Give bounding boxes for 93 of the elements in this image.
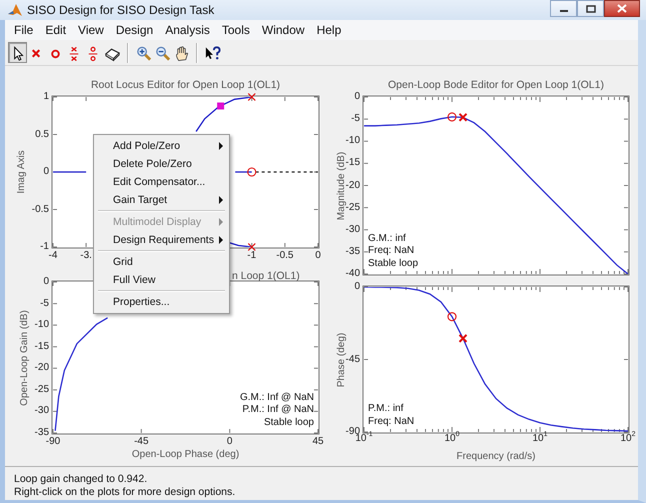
tick-label: 0 bbox=[354, 281, 360, 293]
margin-info: G.M.: inf bbox=[368, 232, 406, 244]
menu-item[interactable]: Design bbox=[110, 21, 160, 39]
tick-label: -40 bbox=[346, 268, 360, 280]
circle-marker[interactable] bbox=[447, 312, 457, 322]
circle-marker[interactable] bbox=[447, 112, 457, 122]
plot-title: n Loop 1(OL1) bbox=[232, 270, 300, 282]
axis-label: Open-Loop Gain (dB) bbox=[19, 310, 31, 406]
close-button[interactable] bbox=[604, 0, 640, 17]
close-icon bbox=[617, 4, 627, 13]
tick-label: 0 bbox=[315, 250, 321, 262]
tick-label: -10 bbox=[34, 319, 49, 332]
circle-marker[interactable] bbox=[247, 167, 256, 177]
submenu-arrow-icon bbox=[218, 236, 224, 244]
cross-marker[interactable] bbox=[458, 112, 468, 122]
margin-info: G.M.: Inf @ NaN bbox=[240, 392, 314, 404]
tick-label: -5 bbox=[40, 298, 49, 310]
status-message: Right-click on the plots for more design options. bbox=[14, 486, 236, 499]
tick-label: 10$^{2}$ bbox=[620, 433, 636, 445]
cross-marker[interactable] bbox=[248, 92, 256, 102]
menu-item[interactable]: Edit bbox=[40, 21, 74, 39]
tick-label: -20 bbox=[346, 180, 360, 190]
tick-label: -35 bbox=[346, 246, 360, 258]
tick-label: -10 bbox=[346, 135, 360, 148]
tick-label: -25 bbox=[346, 202, 360, 213]
status-message: Loop gain changed to 0.942. bbox=[14, 473, 148, 486]
submenu-arrow-icon bbox=[218, 196, 224, 204]
tick-label: -4 bbox=[48, 250, 58, 262]
menu-item[interactable]: View bbox=[73, 21, 111, 39]
tick-label: -1 bbox=[247, 250, 256, 262]
margin-info: Freq: NaN bbox=[368, 416, 414, 428]
cross-marker[interactable] bbox=[248, 242, 256, 252]
tick-label: -45 bbox=[134, 436, 149, 448]
tick-label: -20 bbox=[34, 362, 49, 374]
axis-label: Open-Loop Phase (deg) bbox=[132, 449, 240, 461]
menu-item[interactable]: Grid bbox=[96, 253, 227, 271]
tick-label: -3. bbox=[80, 250, 92, 262]
margin-info: Stable loop bbox=[264, 416, 314, 428]
margin-info: P.M.: Inf @ NaN bbox=[242, 404, 314, 416]
menu-item[interactable]: Help bbox=[312, 21, 348, 39]
plot-line bbox=[235, 171, 252, 173]
menu-item[interactable]: Full View bbox=[96, 271, 227, 289]
tick-label: 0 bbox=[354, 91, 360, 103]
axis-label: Imag Axis bbox=[16, 150, 28, 194]
plot-title: Root Locus Editor for Open Loop 1(OL1) bbox=[90, 79, 280, 91]
menu-item[interactable]: Design Requirements bbox=[96, 231, 227, 249]
menu-item[interactable]: Properties... bbox=[96, 293, 227, 311]
plot-line bbox=[196, 97, 252, 132]
tick-label: -30 bbox=[346, 224, 360, 236]
tick-label: 0 bbox=[226, 436, 232, 448]
tick-label: -5 bbox=[351, 113, 360, 126]
menu-item[interactable]: Gain Target bbox=[96, 191, 227, 209]
tick-label: 0.5 bbox=[35, 128, 49, 140]
tick-label: 45 bbox=[312, 436, 324, 448]
pointer-icon[interactable] bbox=[8, 42, 27, 63]
menu-item[interactable]: Tools bbox=[216, 21, 257, 39]
menu-item[interactable]: Edit Compensator... bbox=[96, 173, 227, 191]
maximize-button[interactable] bbox=[577, 0, 604, 17]
tick-label: -15 bbox=[346, 157, 360, 168]
minimize-button[interactable] bbox=[550, 0, 577, 17]
tick-label: -90 bbox=[46, 436, 60, 448]
tick-label: -35 bbox=[34, 427, 49, 438]
tick-label: -0.5 bbox=[276, 250, 294, 262]
tick-label: -15 bbox=[34, 340, 49, 353]
margin-info: Stable loop bbox=[368, 258, 418, 270]
app-logo-icon bbox=[7, 2, 23, 18]
tick-label: -1 bbox=[40, 241, 49, 253]
plot-title: Open-Loop Bode Editor for Open Loop 1(OL1) bbox=[388, 79, 604, 91]
square-marker[interactable] bbox=[217, 102, 224, 110]
menu-item[interactable]: Analysis bbox=[160, 21, 217, 39]
plot-line bbox=[53, 171, 86, 173]
tick-label: 0 bbox=[43, 166, 49, 178]
maximize-icon bbox=[586, 4, 596, 12]
tick-label: 1 bbox=[43, 91, 49, 103]
menu-item[interactable]: Delete Pole/Zero bbox=[96, 155, 227, 173]
tick-label: -45 bbox=[346, 354, 360, 366]
submenu-arrow-icon bbox=[218, 218, 224, 226]
tick-label: -0.5 bbox=[32, 204, 49, 216]
axis-label: Frequency (rad/s) bbox=[456, 451, 536, 463]
tick-label: 0 bbox=[43, 276, 49, 288]
tick-label: -25 bbox=[34, 384, 49, 396]
plot-line bbox=[228, 242, 252, 247]
menu-item[interactable]: Add Pole/Zero bbox=[96, 137, 227, 155]
tick-label: -30 bbox=[34, 405, 49, 418]
margin-info: P.M.: inf bbox=[368, 403, 404, 415]
submenu-arrow-icon bbox=[218, 142, 224, 150]
margin-info: Freq: NaN bbox=[368, 245, 414, 257]
window-title: SISO Design for SISO Design Task bbox=[27, 3, 214, 17]
axis-label: Magnitude (dB) bbox=[336, 151, 347, 220]
menu-item[interactable]: Window bbox=[256, 21, 312, 39]
axis-label: Phase (deg) bbox=[336, 332, 347, 387]
menu-item[interactable]: File bbox=[9, 21, 40, 39]
cross-marker[interactable] bbox=[458, 334, 468, 343]
